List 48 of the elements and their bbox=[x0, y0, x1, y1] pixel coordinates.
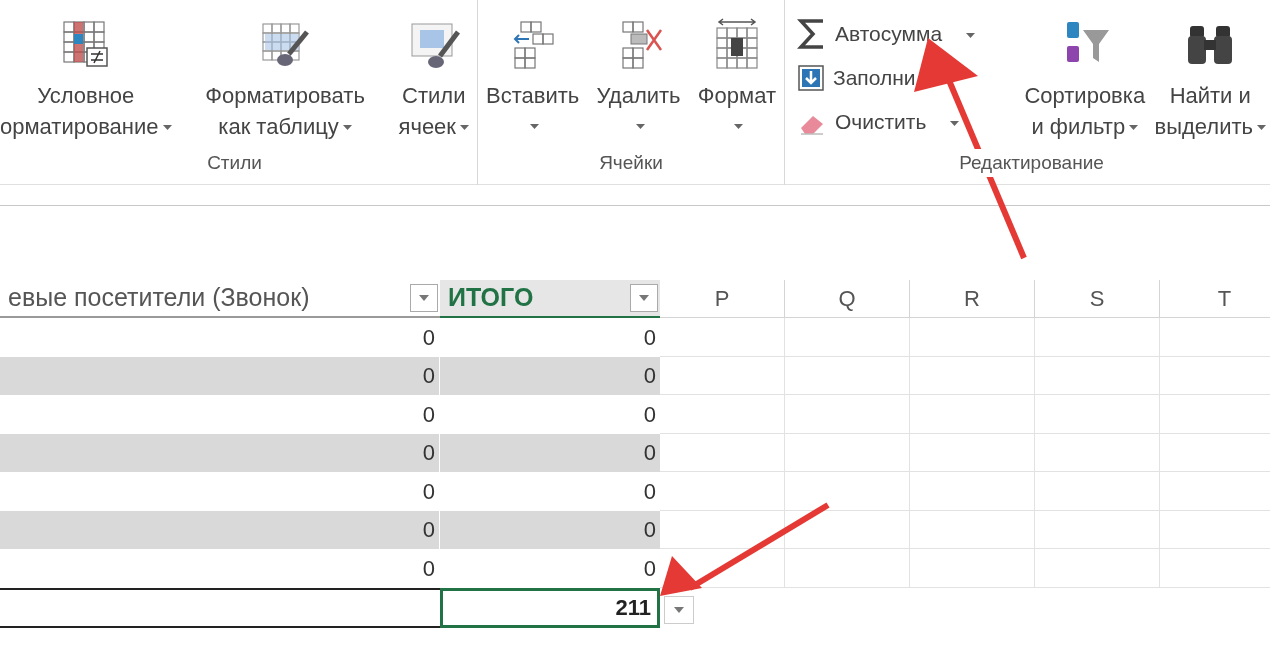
ribbon-button[interactable]: Очистить bbox=[797, 100, 976, 144]
caret-icon bbox=[734, 123, 744, 130]
caret-icon bbox=[950, 120, 960, 127]
total-cell[interactable]: 211 bbox=[440, 587, 660, 628]
table-cell-text: 0 bbox=[643, 400, 656, 429]
table-cell-text: 0 bbox=[643, 516, 656, 545]
table-cell-text: 0 bbox=[643, 554, 656, 583]
ribbon-button[interactable]: Стили ячеек bbox=[398, 0, 469, 142]
fill-down-icon bbox=[797, 64, 825, 92]
ribbon-button[interactable]: Условное орматирование bbox=[0, 0, 172, 142]
caret-icon bbox=[1257, 125, 1266, 132]
caret-icon bbox=[636, 123, 646, 130]
caret-icon bbox=[342, 125, 352, 132]
column-header[interactable]: T bbox=[1160, 280, 1270, 318]
table-cell-text: 0 bbox=[422, 516, 435, 545]
caret-icon bbox=[162, 125, 172, 132]
column-header[interactable]: Q bbox=[785, 280, 910, 318]
caret-icon bbox=[1129, 125, 1139, 132]
filter-button[interactable] bbox=[410, 284, 438, 312]
column-header[interactable]: R bbox=[910, 280, 1035, 318]
table-cell-text: 0 bbox=[422, 400, 435, 429]
ribbon-button[interactable]: Формат bbox=[697, 0, 776, 142]
table-cell-text: 0 bbox=[643, 362, 656, 391]
ribbon-button[interactable]: Удалить bbox=[596, 0, 681, 142]
column-header[interactable]: P bbox=[660, 280, 785, 318]
table-cell-text: 0 bbox=[643, 477, 656, 506]
ribbon-button[interactable]: Автосумма bbox=[797, 12, 976, 56]
column-header[interactable]: S bbox=[1035, 280, 1160, 318]
caret-icon bbox=[530, 123, 540, 130]
caret-icon bbox=[639, 295, 649, 301]
filter-button[interactable] bbox=[630, 284, 658, 312]
column-title: евые посетители (Звонок) bbox=[8, 282, 310, 314]
dropdown-button[interactable] bbox=[664, 595, 694, 624]
caret-icon bbox=[419, 295, 429, 301]
ribbon-button[interactable]: Вставить bbox=[486, 0, 580, 142]
table-cell-text: 0 bbox=[643, 323, 656, 352]
table-cell-text: 0 bbox=[422, 323, 435, 352]
ribbon-button[interactable]: Форматировать как таблицу bbox=[205, 0, 365, 142]
caret-icon bbox=[460, 125, 469, 132]
table-cell-text: 0 bbox=[422, 477, 435, 506]
column-title: ИТОГО bbox=[448, 282, 534, 314]
ribbon-button[interactable]: Найти и выделить bbox=[1154, 0, 1266, 142]
caret-icon bbox=[674, 606, 684, 613]
table-cell-text: 0 bbox=[422, 439, 435, 468]
ribbon-button[interactable]: Сортировка и фильтр bbox=[1024, 0, 1146, 142]
table-cell-text: 0 bbox=[422, 554, 435, 583]
table-cell-text: 0 bbox=[422, 362, 435, 391]
table-cell-text: 0 bbox=[643, 439, 656, 468]
